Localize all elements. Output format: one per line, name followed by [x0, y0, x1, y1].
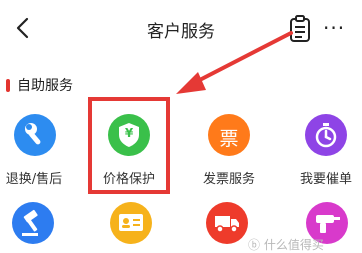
service-label-invoice[interactable]: 发票服务 [184, 168, 274, 187]
timer-icon[interactable] [305, 114, 347, 156]
section-title: 自助服务 [17, 78, 73, 94]
more-options-icon[interactable]: ··· [323, 18, 353, 38]
truck-icon[interactable] [206, 202, 248, 244]
watermark-logo: ⓑ 什么值得买 [248, 238, 324, 252]
clipboard-icon[interactable] [289, 15, 311, 43]
gavel-icon[interactable] [12, 202, 54, 244]
invoice-icon[interactable]: 票 [208, 114, 250, 156]
section-accent-bar [6, 79, 10, 92]
service-label-returns[interactable]: 退换/售后 [0, 168, 79, 187]
header-bar: 客户服务 ··· [0, 0, 362, 58]
invoice-glyph: 票 [219, 128, 239, 150]
price-protect-highlight-box [88, 97, 170, 194]
service-label-urge-order[interactable]: 我要催单 [281, 168, 362, 187]
wrench-icon[interactable] [14, 114, 56, 156]
id-card-icon[interactable] [110, 202, 152, 244]
